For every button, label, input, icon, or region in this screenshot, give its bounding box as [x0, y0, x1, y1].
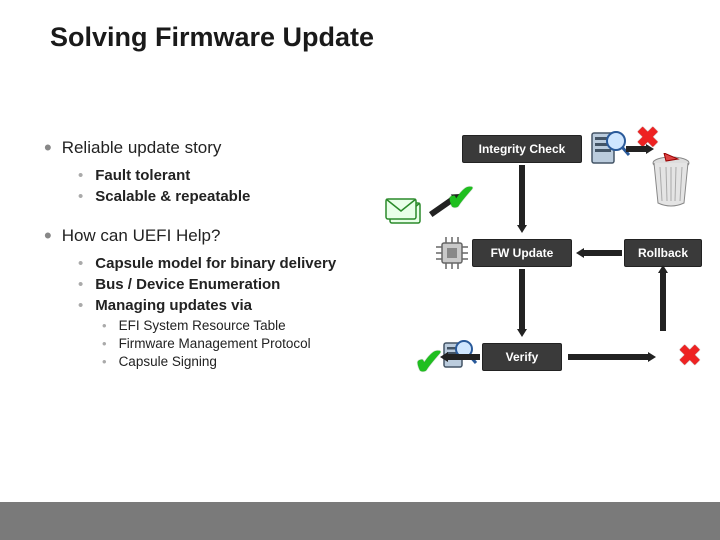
bullet-text: Reliable update story: [62, 138, 222, 157]
verify-box: Verify: [482, 343, 562, 371]
chip-icon: [434, 235, 470, 271]
arrow-icon: [626, 146, 648, 152]
bullet-l2: •Managing updates via: [78, 297, 404, 314]
integrity-check-box: Integrity Check: [462, 135, 582, 163]
bullet-l2: •Capsule model for binary delivery: [78, 255, 404, 272]
footer-bar: [0, 502, 720, 540]
arrow-icon: [519, 165, 525, 227]
rollback-box: Rollback: [624, 239, 702, 267]
bullet-text: EFI System Resource Table: [119, 318, 286, 333]
box-label: Rollback: [638, 246, 688, 260]
box-label: Verify: [506, 350, 539, 364]
bullet-text: Managing updates via: [95, 297, 252, 314]
arrow-icon: [660, 271, 666, 331]
arrow-icon: [568, 354, 650, 360]
bullet-l1: •How can UEFI Help?: [44, 223, 404, 249]
trash-icon: [646, 153, 696, 209]
box-label: Integrity Check: [479, 142, 566, 156]
bullet-text: Bus / Device Enumeration: [95, 276, 280, 293]
bullet-text: Capsule model for binary delivery: [95, 255, 336, 272]
bullet-text: How can UEFI Help?: [62, 226, 221, 245]
bullet-l2: •Bus / Device Enumeration: [78, 276, 404, 293]
arrow-icon: [582, 250, 622, 256]
bullet-text: Capsule Signing: [119, 354, 217, 369]
cross-icon: ✖: [678, 339, 701, 372]
box-label: FW Update: [491, 246, 554, 260]
bullet-l3: •Firmware Management Protocol: [102, 336, 404, 351]
bullet-text: Fault tolerant: [95, 167, 190, 184]
bullet-content: •Reliable update story •Fault tolerant •…: [44, 135, 404, 372]
flow-diagram: Integrity Check ✖ ✔: [392, 135, 712, 445]
bullet-l2: •Fault tolerant: [78, 167, 404, 184]
check-icon: ✔: [446, 177, 476, 219]
mail-icon: [384, 193, 428, 229]
bullet-l3: •EFI System Resource Table: [102, 318, 404, 333]
bullet-l1: •Reliable update story: [44, 135, 404, 161]
bullet-text: Firmware Management Protocol: [119, 336, 311, 351]
bullet-l3: •Capsule Signing: [102, 354, 404, 369]
bullet-text: Scalable & repeatable: [95, 188, 250, 205]
arrow-icon: [446, 354, 480, 360]
arrow-icon: [519, 269, 525, 331]
slide-title: Solving Firmware Update: [50, 22, 374, 53]
bullet-l2: •Scalable & repeatable: [78, 188, 404, 205]
fw-update-box: FW Update: [472, 239, 572, 267]
check-icon: ✔: [414, 341, 444, 383]
